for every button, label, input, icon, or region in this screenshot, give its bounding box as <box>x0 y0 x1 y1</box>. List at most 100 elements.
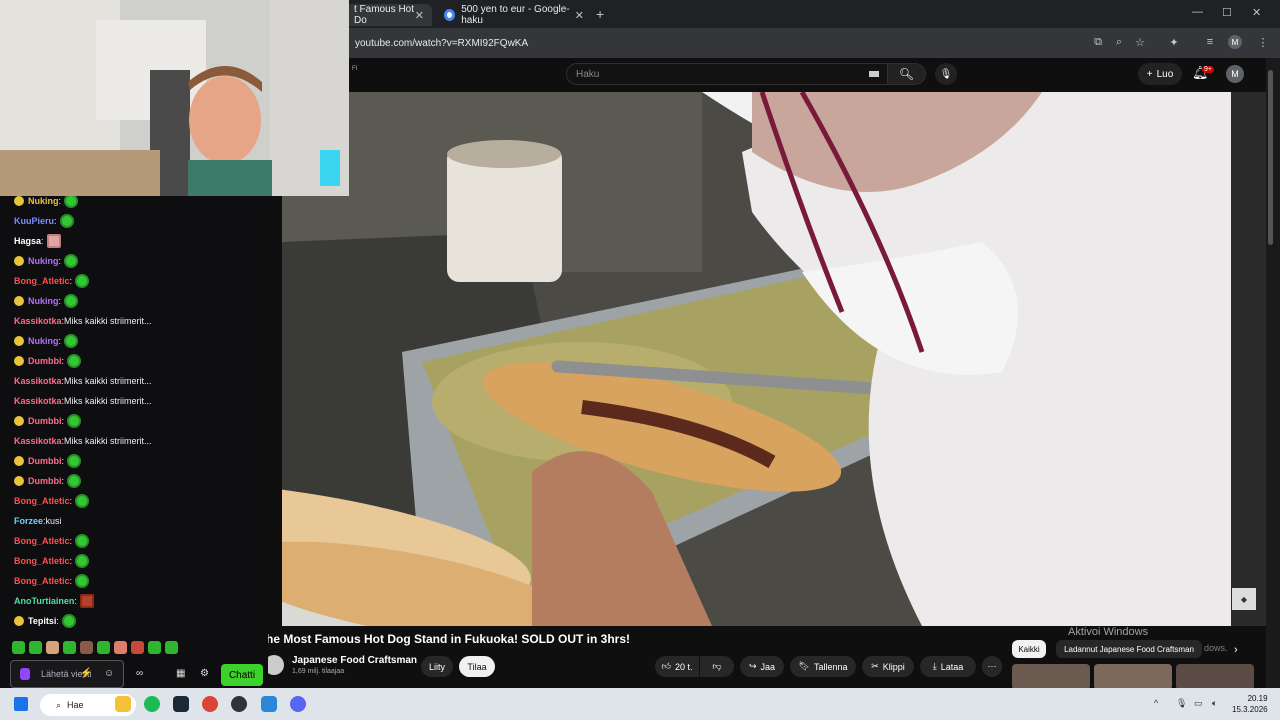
save-button[interactable]: 🔖︎ Tallenna <box>790 656 856 677</box>
recommended-thumbnail[interactable] <box>1094 664 1172 690</box>
file-explorer-icon[interactable] <box>115 696 131 712</box>
download-button[interactable]: ⤓ Lataa <box>920 656 976 677</box>
system-clock[interactable]: 20.19 15.3.2026 <box>1232 693 1268 715</box>
chat-badge-icon[interactable] <box>14 196 24 206</box>
more-actions-button[interactable]: ⋯ <box>982 656 1002 677</box>
volume-icon[interactable]: 🔈︎ <box>1212 698 1217 709</box>
spotify-icon[interactable] <box>144 696 160 712</box>
youtube-account-avatar[interactable]: M <box>1226 65 1244 83</box>
chat-username[interactable]: Kassikotka <box>14 396 62 406</box>
tab-hot-dog-video[interactable]: t Famous Hot Do ✕ <box>346 4 432 26</box>
emote-picker-icon[interactable]: ☺ <box>104 668 114 679</box>
browser-menu-icon[interactable]: ⋮ <box>1256 36 1270 49</box>
chat-send-button[interactable]: Chatti <box>221 664 263 686</box>
chat-username[interactable]: Kassikotka <box>14 376 62 386</box>
emote-icon[interactable] <box>165 641 178 654</box>
subscribe-button[interactable]: Tilaa <box>459 656 495 677</box>
emote-icon[interactable] <box>29 641 42 654</box>
emote-icon[interactable] <box>131 641 144 654</box>
store-icon[interactable]: ▦ <box>176 668 185 679</box>
share-button[interactable]: ↪ Jaa <box>740 656 784 677</box>
chat-badge-icon[interactable] <box>14 356 24 366</box>
tray-chevron-icon[interactable]: ^ <box>1154 698 1158 708</box>
chat-username[interactable]: Nuking <box>28 336 59 346</box>
emote-icon[interactable] <box>80 641 93 654</box>
url-field[interactable]: youtube.com/watch?v=RXMI92FQwKA <box>352 33 1092 53</box>
chip-all[interactable]: Kaikki <box>1012 640 1046 658</box>
close-tab-icon[interactable]: ✕ <box>415 9 424 22</box>
emote-icon[interactable] <box>12 641 25 654</box>
tab-google-search[interactable]: 500 yen to eur - Google-haku ✕ <box>436 4 592 26</box>
join-button[interactable]: Liity <box>421 656 453 677</box>
settings-gear-icon[interactable]: ⚙ <box>200 668 209 679</box>
search-input[interactable]: Haku <box>566 63 888 85</box>
scrollbar-thumb[interactable] <box>1268 70 1273 245</box>
chat-username[interactable]: Nuking <box>28 296 59 306</box>
chat-badge-icon[interactable] <box>14 616 24 626</box>
chat-username[interactable]: Dumbbi <box>28 456 62 466</box>
extensions-icon[interactable]: ✦ <box>1167 36 1181 49</box>
channel-name[interactable]: Japanese Food Craftsman <box>292 655 417 666</box>
chat-badge-icon[interactable] <box>14 416 24 426</box>
recommended-thumbnail[interactable] <box>1012 664 1090 690</box>
bits-icon[interactable] <box>20 668 30 680</box>
network-icon[interactable]: ▭ <box>1194 698 1203 709</box>
chat-username[interactable]: Bong_Atletic <box>14 536 70 546</box>
browser-profile-avatar[interactable]: M <box>1228 35 1242 49</box>
chat-username[interactable]: Kassikotka <box>14 436 62 446</box>
minimize-icon[interactable]: — <box>1192 6 1203 18</box>
chat-username[interactable]: AnoTurtiainen <box>14 596 74 606</box>
bookmark-star-icon[interactable]: ☆ <box>1133 36 1147 49</box>
channel-points-icon[interactable]: ∞ <box>136 668 143 679</box>
chat-username[interactable]: Dumbbi <box>28 416 62 426</box>
media-control-icon[interactable]: ≡ <box>1203 36 1217 48</box>
chat-username[interactable]: Bong_Atletic <box>14 556 70 566</box>
chip-uploaded-by-channel[interactable]: Ladannut Japanese Food Craftsman <box>1056 640 1202 658</box>
close-window-icon[interactable]: ✕ <box>1252 6 1261 19</box>
chat-username[interactable]: Nuking <box>28 196 59 206</box>
voice-search-button[interactable]: 🎙︎ <box>935 63 957 85</box>
maximize-icon[interactable]: ☐ <box>1222 6 1232 19</box>
chat-username[interactable]: Bong_Atletic <box>14 576 70 586</box>
chat-username[interactable]: Nuking <box>28 256 59 266</box>
windows-start-icon[interactable] <box>14 697 28 711</box>
chat-username[interactable]: Dumbbi <box>28 356 62 366</box>
close-tab-icon[interactable]: ✕ <box>575 9 584 22</box>
notepad-icon[interactable] <box>261 696 277 712</box>
emote-icon[interactable] <box>46 641 59 654</box>
steam-icon[interactable] <box>173 696 189 712</box>
emote-icon[interactable] <box>63 641 76 654</box>
chat-badge-icon[interactable] <box>14 336 24 346</box>
chat-username[interactable]: Bong_Atletic <box>14 496 70 506</box>
recommended-thumbnail[interactable] <box>1176 664 1254 690</box>
chat-badge-icon[interactable] <box>14 256 24 266</box>
zoom-icon[interactable]: ⌕ <box>1112 36 1126 49</box>
chat-username[interactable]: Kassikotka <box>14 316 62 326</box>
clip-button[interactable]: ✂ Klippi <box>862 656 914 677</box>
search-button[interactable]: 🔍︎ <box>888 63 926 85</box>
translate-icon[interactable]: ⚡ <box>80 668 92 679</box>
chrome-icon[interactable] <box>202 696 218 712</box>
obs-icon[interactable] <box>231 696 247 712</box>
discord-icon[interactable] <box>290 696 306 712</box>
video-player[interactable] <box>282 92 1231 626</box>
chat-badge-icon[interactable] <box>14 476 24 486</box>
chat-username[interactable]: Bong_Atletic <box>14 276 70 286</box>
new-tab-button[interactable]: + <box>596 6 604 22</box>
emote-icon[interactable] <box>97 641 110 654</box>
emote-icon[interactable] <box>114 641 127 654</box>
emote-icon[interactable] <box>148 641 161 654</box>
chat-username[interactable]: Tepitsi <box>28 616 56 626</box>
chat-badge-icon[interactable] <box>14 456 24 466</box>
cast-icon[interactable]: ⧉ <box>1091 36 1105 49</box>
microphone-tray-icon[interactable]: 🎙︎ <box>1176 698 1187 709</box>
chip-next-chevron-icon[interactable]: › <box>1234 644 1238 656</box>
chat-username[interactable]: Hagsa <box>14 236 41 246</box>
dislike-button[interactable]: 👎︎ <box>700 656 734 677</box>
keyboard-icon[interactable] <box>869 71 879 77</box>
chat-badge-icon[interactable] <box>14 296 24 306</box>
chat-username[interactable]: Forzee <box>14 516 43 526</box>
chat-username[interactable]: Dumbbi <box>28 476 62 486</box>
chat-username[interactable]: KuuPieru <box>14 216 54 226</box>
create-button[interactable]: + Luo <box>1138 63 1182 85</box>
